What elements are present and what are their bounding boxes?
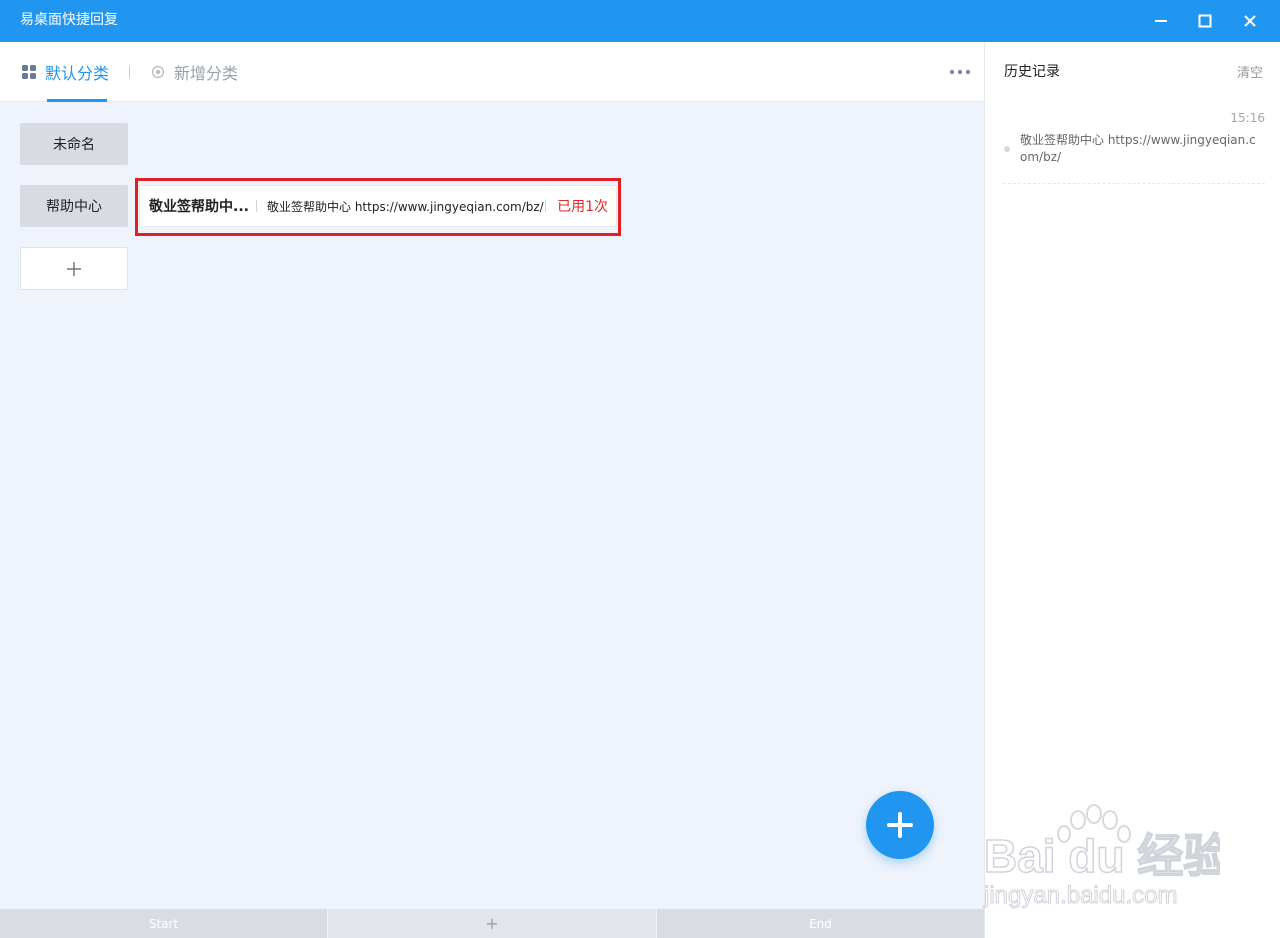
category-unnamed-button[interactable]: 未命名: [20, 123, 128, 165]
history-title: 历史记录: [1004, 64, 1060, 80]
clear-history-button[interactable]: 清空: [1237, 62, 1263, 81]
close-icon: [1244, 15, 1256, 27]
history-time: 15:16: [1230, 111, 1265, 125]
history-entry[interactable]: 15:16 敬业签帮助中心 https://www.jingyeqian.com…: [1003, 108, 1265, 184]
close-button[interactable]: [1238, 9, 1262, 33]
add-category-button[interactable]: [20, 247, 128, 290]
tab-divider: [129, 66, 130, 78]
tab-default-category[interactable]: 默认分类: [22, 42, 109, 102]
title-bar: 易桌面快捷回复: [0, 0, 1280, 42]
category-tab-bar: 默认分类 新增分类: [0, 42, 984, 102]
history-panel: 历史记录 清空 15:16 敬业签帮助中心 https://www.jingye…: [984, 42, 1280, 938]
tab-add-label: 新增分类: [174, 64, 239, 83]
start-button[interactable]: Start: [0, 909, 327, 938]
add-circle-icon: [151, 65, 165, 79]
history-text: 敬业签帮助中心 https://www.jingyeqian.com/bz/: [1020, 133, 1256, 164]
main-panel: 默认分类 新增分类 未命名 帮助中心 敬业签帮助中... 敬业签帮助中心 htt…: [0, 42, 984, 938]
minimize-icon: [1155, 20, 1167, 22]
maximize-button[interactable]: [1193, 9, 1217, 33]
window-title: 易桌面快捷回复: [20, 12, 118, 28]
tab-default-label: 默认分类: [45, 64, 110, 83]
tab-add-category[interactable]: 新增分类: [151, 42, 238, 102]
maximize-icon: [1198, 14, 1212, 28]
bullet-icon: [1004, 146, 1010, 152]
active-tab-indicator: [47, 99, 107, 102]
plus-icon: [67, 261, 81, 276]
highlight-box: [135, 178, 621, 236]
more-dots-icon: [949, 69, 971, 75]
grid-icon: [22, 65, 36, 79]
bottom-bar: Start + End: [0, 909, 984, 938]
more-options-button[interactable]: [948, 64, 972, 80]
minimize-button[interactable]: [1149, 9, 1173, 33]
plus-icon: [887, 812, 913, 838]
category-help-center-button[interactable]: 帮助中心: [20, 185, 128, 227]
bottom-add-button[interactable]: +: [328, 909, 656, 938]
end-button[interactable]: End: [657, 909, 984, 938]
add-reply-fab[interactable]: [866, 791, 934, 859]
